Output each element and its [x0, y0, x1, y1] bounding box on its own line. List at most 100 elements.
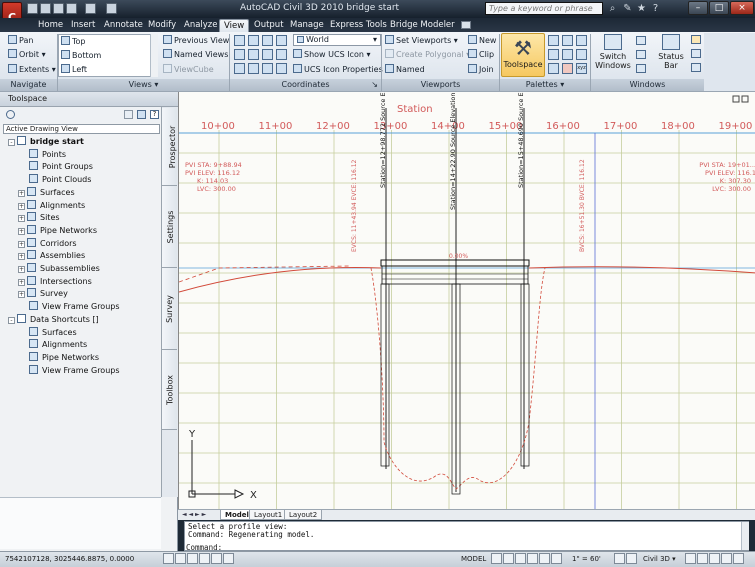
create-polygonal-button[interactable]: Create Polygonal ▾ [385, 49, 470, 59]
grid-display-icon[interactable] [175, 553, 186, 564]
tree-item[interactable]: + Pipe Networks [18, 224, 97, 237]
hardware-accel-icon[interactable] [697, 553, 708, 564]
ucs-z-icon[interactable] [262, 49, 273, 60]
showmotion-icon[interactable] [551, 553, 562, 564]
snap-mode-icon[interactable] [163, 553, 174, 564]
tab-settings[interactable]: Settings [162, 186, 177, 268]
named-viewports-button[interactable]: Named [385, 64, 425, 74]
tree-item[interactable]: Point Groups [18, 161, 93, 173]
markup-icon[interactable] [562, 49, 573, 60]
ucs-icon-properties-button[interactable]: UCS Icon Properties [293, 64, 383, 74]
workspace-switch[interactable]: Civil 3D ▾ [643, 552, 676, 566]
copy-icon[interactable] [124, 110, 133, 119]
tool-palettes-icon[interactable] [576, 35, 587, 46]
named-views-button[interactable]: Named Views [163, 49, 228, 59]
help-icon[interactable]: ? [650, 3, 661, 14]
tab-home[interactable]: Home [34, 19, 67, 32]
tab-annotate[interactable]: Annotate [100, 19, 147, 32]
pencil-icon[interactable] [691, 35, 701, 44]
status-bar-menu-icon[interactable] [721, 553, 732, 564]
viewcube-button[interactable]: ViewCube [163, 64, 214, 74]
expand-icon[interactable]: + [18, 291, 25, 299]
quickcalc-icon[interactable] [576, 49, 587, 60]
ucs-face-icon[interactable] [248, 63, 259, 74]
tab-insert[interactable]: Insert [67, 19, 99, 32]
tree-item[interactable]: Pipe Networks [18, 351, 99, 364]
steeringwheel-icon[interactable] [539, 553, 550, 564]
panel-label-navigate[interactable]: Navigate [0, 79, 57, 91]
new-viewport-button[interactable]: New [468, 35, 496, 45]
annotation-scale[interactable]: 1" = 60' [572, 552, 601, 566]
ucs-origin-icon[interactable] [262, 35, 273, 46]
ucs-icon[interactable] [234, 35, 245, 46]
lineweight-icon[interactable] [223, 553, 234, 564]
ucs-previous-icon[interactable] [276, 35, 287, 46]
panel-label-palettes[interactable]: Palettes ▾ [500, 79, 590, 91]
tab-bridge-modeler[interactable]: Bridge Modeler [386, 19, 459, 32]
viewport-close-icon[interactable] [741, 95, 749, 103]
quick-view-drawings-icon[interactable] [503, 553, 514, 564]
qat-new-icon[interactable] [27, 3, 38, 14]
qat-plot-icon[interactable] [66, 3, 77, 14]
communication-center-icon[interactable]: ✎ [622, 3, 633, 14]
help-icon[interactable]: ? [150, 110, 159, 119]
ucs-x-icon[interactable] [234, 49, 245, 60]
tab-modify[interactable]: Modify [144, 19, 180, 32]
ucs-y-icon[interactable] [248, 49, 259, 60]
minimize-button[interactable]: – [688, 1, 708, 15]
pan-status-icon[interactable] [515, 553, 526, 564]
tree-item[interactable]: - bridge start [8, 136, 84, 148]
qat-open-icon[interactable] [40, 3, 51, 14]
layout-icon[interactable] [691, 49, 701, 58]
view-list-item-left[interactable]: Left [61, 64, 87, 74]
tree-item[interactable]: + Corridors [18, 237, 77, 250]
favorites-icon[interactable]: ★ [636, 3, 647, 14]
tile-horizontal-icon[interactable] [636, 36, 646, 45]
layout-nav-arrows[interactable]: ◄ ◄ ► ► [182, 511, 210, 519]
toolspace-header[interactable]: Toolspace [0, 92, 178, 107]
panorama-icon[interactable] [562, 63, 573, 74]
panel-label-windows[interactable]: Windows [591, 79, 704, 91]
dbconnect-icon[interactable] [548, 63, 559, 74]
item-view-icon[interactable] [137, 110, 146, 119]
view-list-scrollbar[interactable] [150, 34, 158, 77]
tree-item[interactable]: + Alignments [18, 199, 85, 212]
ucs-view-icon[interactable] [276, 49, 287, 60]
command-scrollbar[interactable] [741, 522, 749, 550]
tree-item[interactable]: Alignments [18, 339, 87, 351]
toolspace-view-combo[interactable]: Active Drawing View [3, 124, 160, 134]
previous-view-button[interactable]: Previous View [163, 35, 229, 45]
panel-label-viewports[interactable]: Viewports [382, 79, 499, 91]
toolspace-button[interactable]: ⚒ Toolspace [501, 33, 545, 77]
view-list-item-top[interactable]: Top [61, 36, 86, 46]
ucs-3point-icon[interactable] [262, 63, 273, 74]
tree-item[interactable]: + Assemblies [18, 250, 85, 262]
expand-icon[interactable]: + [18, 227, 25, 235]
tab-prospector[interactable]: Prospector [162, 108, 177, 186]
toolbar-lock-icon[interactable] [685, 553, 696, 564]
tree-item[interactable]: + Surfaces [18, 186, 75, 199]
view-list-item-bottom[interactable]: Bottom [61, 50, 101, 60]
tree-item[interactable]: + Intersections [18, 275, 92, 288]
cascade-icon[interactable] [636, 64, 646, 73]
design-center-icon[interactable] [548, 49, 559, 60]
tree-item[interactable]: - Data Shortcuts [] [8, 313, 99, 326]
tab-manage[interactable]: Manage [286, 19, 328, 32]
tab-express-tools[interactable]: Express Tools [326, 19, 391, 32]
object-snap-icon[interactable] [211, 553, 222, 564]
tab-view[interactable]: View [219, 19, 250, 32]
tree-item[interactable]: Points [18, 148, 66, 161]
ucs-combo[interactable]: World ▾ [293, 34, 381, 46]
ucs-zaxis-icon[interactable] [276, 63, 287, 74]
panel-label-views[interactable]: Views ▾ [58, 79, 229, 91]
layout-tab-layout2[interactable]: Layout2 [284, 510, 323, 520]
model-space-toggle[interactable]: MODEL [461, 552, 486, 566]
coordinate-readout[interactable]: 7542107128, 3025446.8875, 0.0000 [5, 552, 134, 566]
annotation-visibility-icon[interactable] [614, 553, 625, 564]
orbit-button[interactable]: Orbit ▾ [8, 49, 46, 59]
ribbon-minimize-icon[interactable] [461, 21, 471, 29]
expand-icon[interactable]: + [18, 189, 25, 197]
tab-output[interactable]: Output [250, 19, 288, 32]
viewport-restore-icon[interactable] [732, 95, 740, 103]
polar-tracking-icon[interactable] [199, 553, 210, 564]
